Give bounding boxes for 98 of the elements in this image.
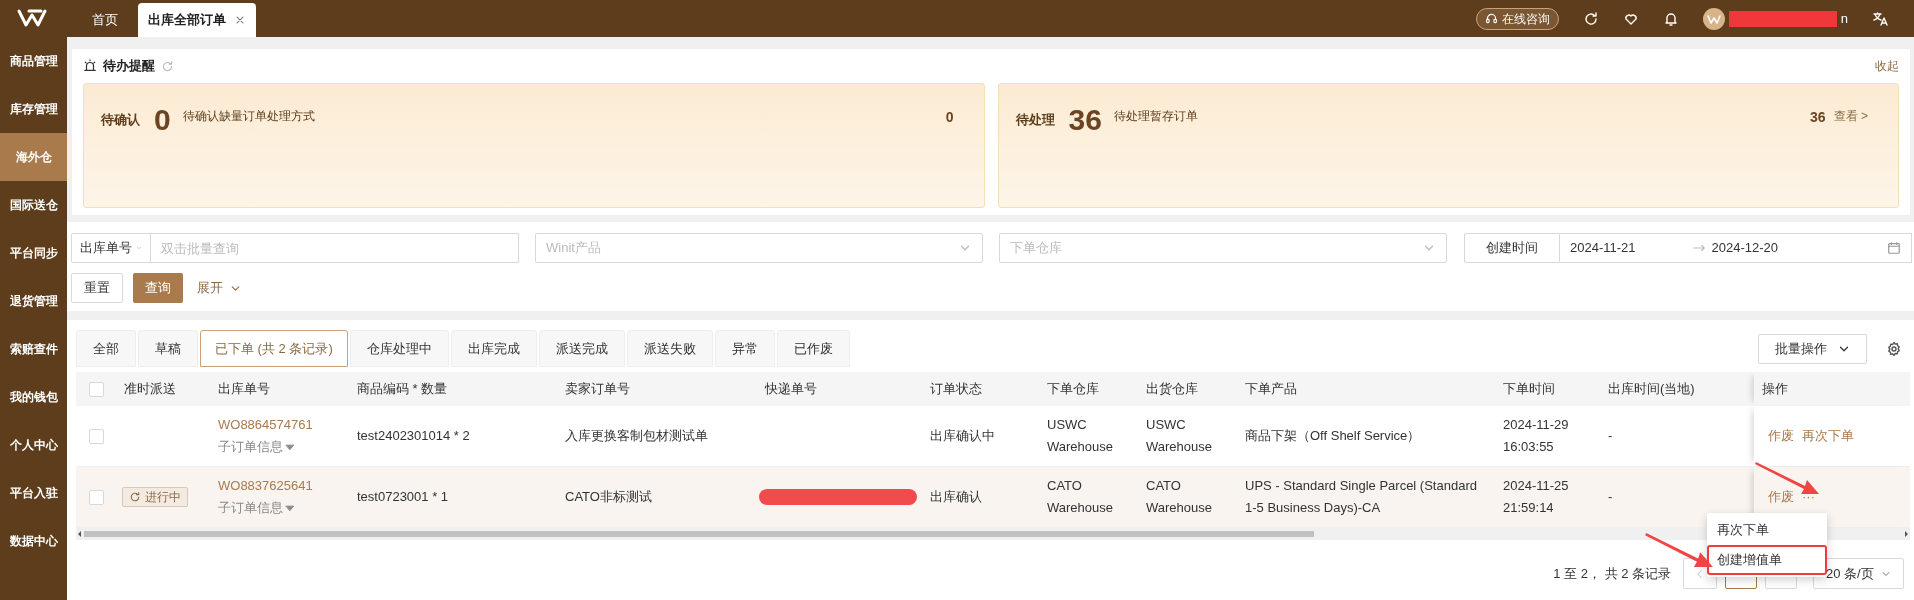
- table-cell-text: USWC Warehouse: [1146, 416, 1213, 456]
- caret-down-icon: [285, 503, 295, 513]
- order-link[interactable]: WO8864574761: [218, 414, 341, 436]
- column-header: 下单仓库: [1046, 380, 1100, 399]
- card-description: 待确认缺量订单处理方式: [182, 108, 315, 125]
- header-tab[interactable]: 首页: [72, 3, 138, 37]
- query-button[interactable]: 查询: [133, 273, 183, 303]
- table-cell-text: 出库确认中: [930, 427, 995, 446]
- status-tab[interactable]: 已下单 (共 2 条记录): [200, 330, 348, 367]
- table-cell-text: 商品下架（Off Shelf Service）: [1245, 427, 1421, 445]
- status-tab[interactable]: 已作废: [776, 330, 850, 367]
- collapse-link[interactable]: 收起: [1875, 57, 1899, 75]
- checkbox[interactable]: [88, 489, 104, 505]
- column-header: 出库时间(当地): [1607, 380, 1696, 399]
- sidebar-item[interactable]: 个人中心: [0, 421, 67, 469]
- field-select[interactable]: 出库单号: [71, 233, 151, 263]
- checkbox[interactable]: [88, 428, 104, 444]
- sidebar-item[interactable]: 国际送仓: [0, 181, 67, 229]
- status-badge: 进行中: [122, 487, 188, 507]
- table-cell-text: UPS - Standard Single Parcel (Standard 1-5 Business Days)-CA: [1245, 477, 1478, 517]
- sidebar-item[interactable]: 平台同步: [0, 229, 67, 277]
- table-cell-text: CATO Warehouse: [1047, 477, 1114, 517]
- column-header: 快递单号: [764, 380, 818, 399]
- table-cell-text: 入库更换客制包材测试单: [565, 427, 708, 446]
- column-header: 出货仓库: [1145, 380, 1199, 399]
- checkbox[interactable]: [88, 381, 104, 397]
- sidebar-item[interactable]: 海外仓: [0, 133, 67, 181]
- action-link[interactable]: 作废: [1768, 426, 1794, 446]
- sidebar-item[interactable]: 索赔查件: [0, 325, 67, 373]
- table-cell-text: 2024-11-29 16:03:55: [1503, 416, 1570, 456]
- action-link[interactable]: 再次下单: [1802, 426, 1854, 446]
- table-cell-text: -: [1608, 488, 1613, 507]
- refresh-icon: [129, 491, 141, 503]
- table-cell-text: 出库确认: [930, 488, 982, 507]
- table-cell-text: USWC Warehouse: [1047, 416, 1114, 456]
- sidebar-item[interactable]: 库存管理: [0, 85, 67, 133]
- sidebar-item[interactable]: 平台入驻: [0, 469, 67, 517]
- date-from: 2024-11-21: [1570, 239, 1636, 258]
- column-header: 卖家订单号: [564, 380, 631, 399]
- column-header: 操作: [1754, 372, 1910, 406]
- sub-order-toggle[interactable]: 子订单信息: [218, 436, 341, 458]
- view-link[interactable]: 查看 >: [1833, 107, 1868, 125]
- sidebar-item[interactable]: 我的钱包: [0, 373, 67, 421]
- column-header: 下单产品: [1244, 380, 1298, 399]
- table-cell-text: CATO非标测试: [565, 488, 652, 507]
- card-label: 待处理: [1015, 111, 1055, 129]
- card-count: 36: [1068, 104, 1102, 136]
- status-tab[interactable]: 全部: [76, 330, 136, 367]
- calendar-icon: [1887, 241, 1901, 255]
- status-tab[interactable]: 异常: [714, 330, 775, 367]
- alarm-icon: [83, 59, 97, 73]
- order-link[interactable]: WO8837625641: [218, 475, 341, 497]
- table-row[interactable]: WO8864574761 子订单信息 test2402301014 * 2 入库更换客制包材测试单 出库确认中 USWC Warehouse USWC Warehouse 商品下架（Off Shelf Service） 2024-11-29 16:03:55 - 作废 再次下单: [76, 406, 1910, 467]
- close-icon[interactable]: [234, 14, 246, 26]
- table-cell-text: test2402301014 * 2: [357, 427, 470, 446]
- expand-button[interactable]: 展开: [193, 273, 246, 303]
- column-header: 准时派送: [123, 380, 177, 399]
- card-count: 0: [154, 104, 171, 136]
- status-tab[interactable]: 出库完成: [450, 330, 537, 367]
- user-name: n: [1840, 9, 1848, 28]
- card-label: 待确认: [101, 111, 140, 129]
- batch-button[interactable]: 批量操作: [1758, 333, 1867, 364]
- card-total: 36: [1810, 108, 1826, 127]
- status-tab[interactable]: 仓库处理中: [349, 330, 449, 367]
- table-cell-text: 2024-11-25 21:59:14: [1503, 477, 1570, 517]
- reset-button[interactable]: 重置: [71, 273, 123, 303]
- translate-icon[interactable]: [1872, 10, 1888, 27]
- sidebar-item[interactable]: 退货管理: [0, 277, 67, 325]
- status-tab[interactable]: 派送完成: [538, 330, 625, 367]
- card-total: 0: [945, 108, 954, 127]
- settings-icon[interactable]: [1886, 340, 1902, 357]
- menu-item[interactable]: 创建增值单: [1707, 545, 1827, 575]
- date-type-button[interactable]: 创建时间: [1464, 233, 1560, 263]
- status-tab[interactable]: 草稿: [138, 330, 198, 367]
- table-cell-text: test0723001 * 1: [357, 488, 449, 507]
- headset-icon: [1484, 12, 1498, 25]
- header-tab[interactable]: 出库全部订单: [138, 3, 256, 37]
- bell-icon[interactable]: [1662, 10, 1679, 27]
- avatar-icon[interactable]: [1702, 7, 1725, 30]
- consult-button[interactable]: 在线咨询: [1475, 7, 1559, 30]
- sidebar-item[interactable]: 商品管理: [0, 37, 67, 85]
- search-field[interactable]: 双击批量查询: [151, 233, 519, 263]
- column-header: 商品编码 * 数量: [356, 380, 449, 399]
- column-header: 下单时间: [1502, 380, 1556, 399]
- sidebar-item[interactable]: 数据中心: [0, 517, 67, 565]
- date-to: 2024-12-20: [1711, 239, 1779, 258]
- column-header: 出库单号: [217, 380, 271, 399]
- table-cell-text: -: [1608, 427, 1613, 446]
- card-description: 待处理暂存订单: [1113, 108, 1198, 125]
- table-cell-text: CATO Warehouse: [1146, 477, 1213, 517]
- status-tab[interactable]: 派送失败: [626, 330, 713, 367]
- refresh-icon[interactable]: [1582, 10, 1599, 27]
- action-link[interactable]: 作废: [1768, 487, 1794, 507]
- date-range-field[interactable]: 2024-11-21 2024-12-20: [1560, 233, 1912, 263]
- panel-title: 待办提醒: [103, 57, 155, 76]
- column-header: 订单状态: [929, 380, 983, 399]
- pagination-summary: 1 至 2， 共 2 条记录: [1553, 564, 1671, 583]
- caret-down-icon: [285, 442, 295, 452]
